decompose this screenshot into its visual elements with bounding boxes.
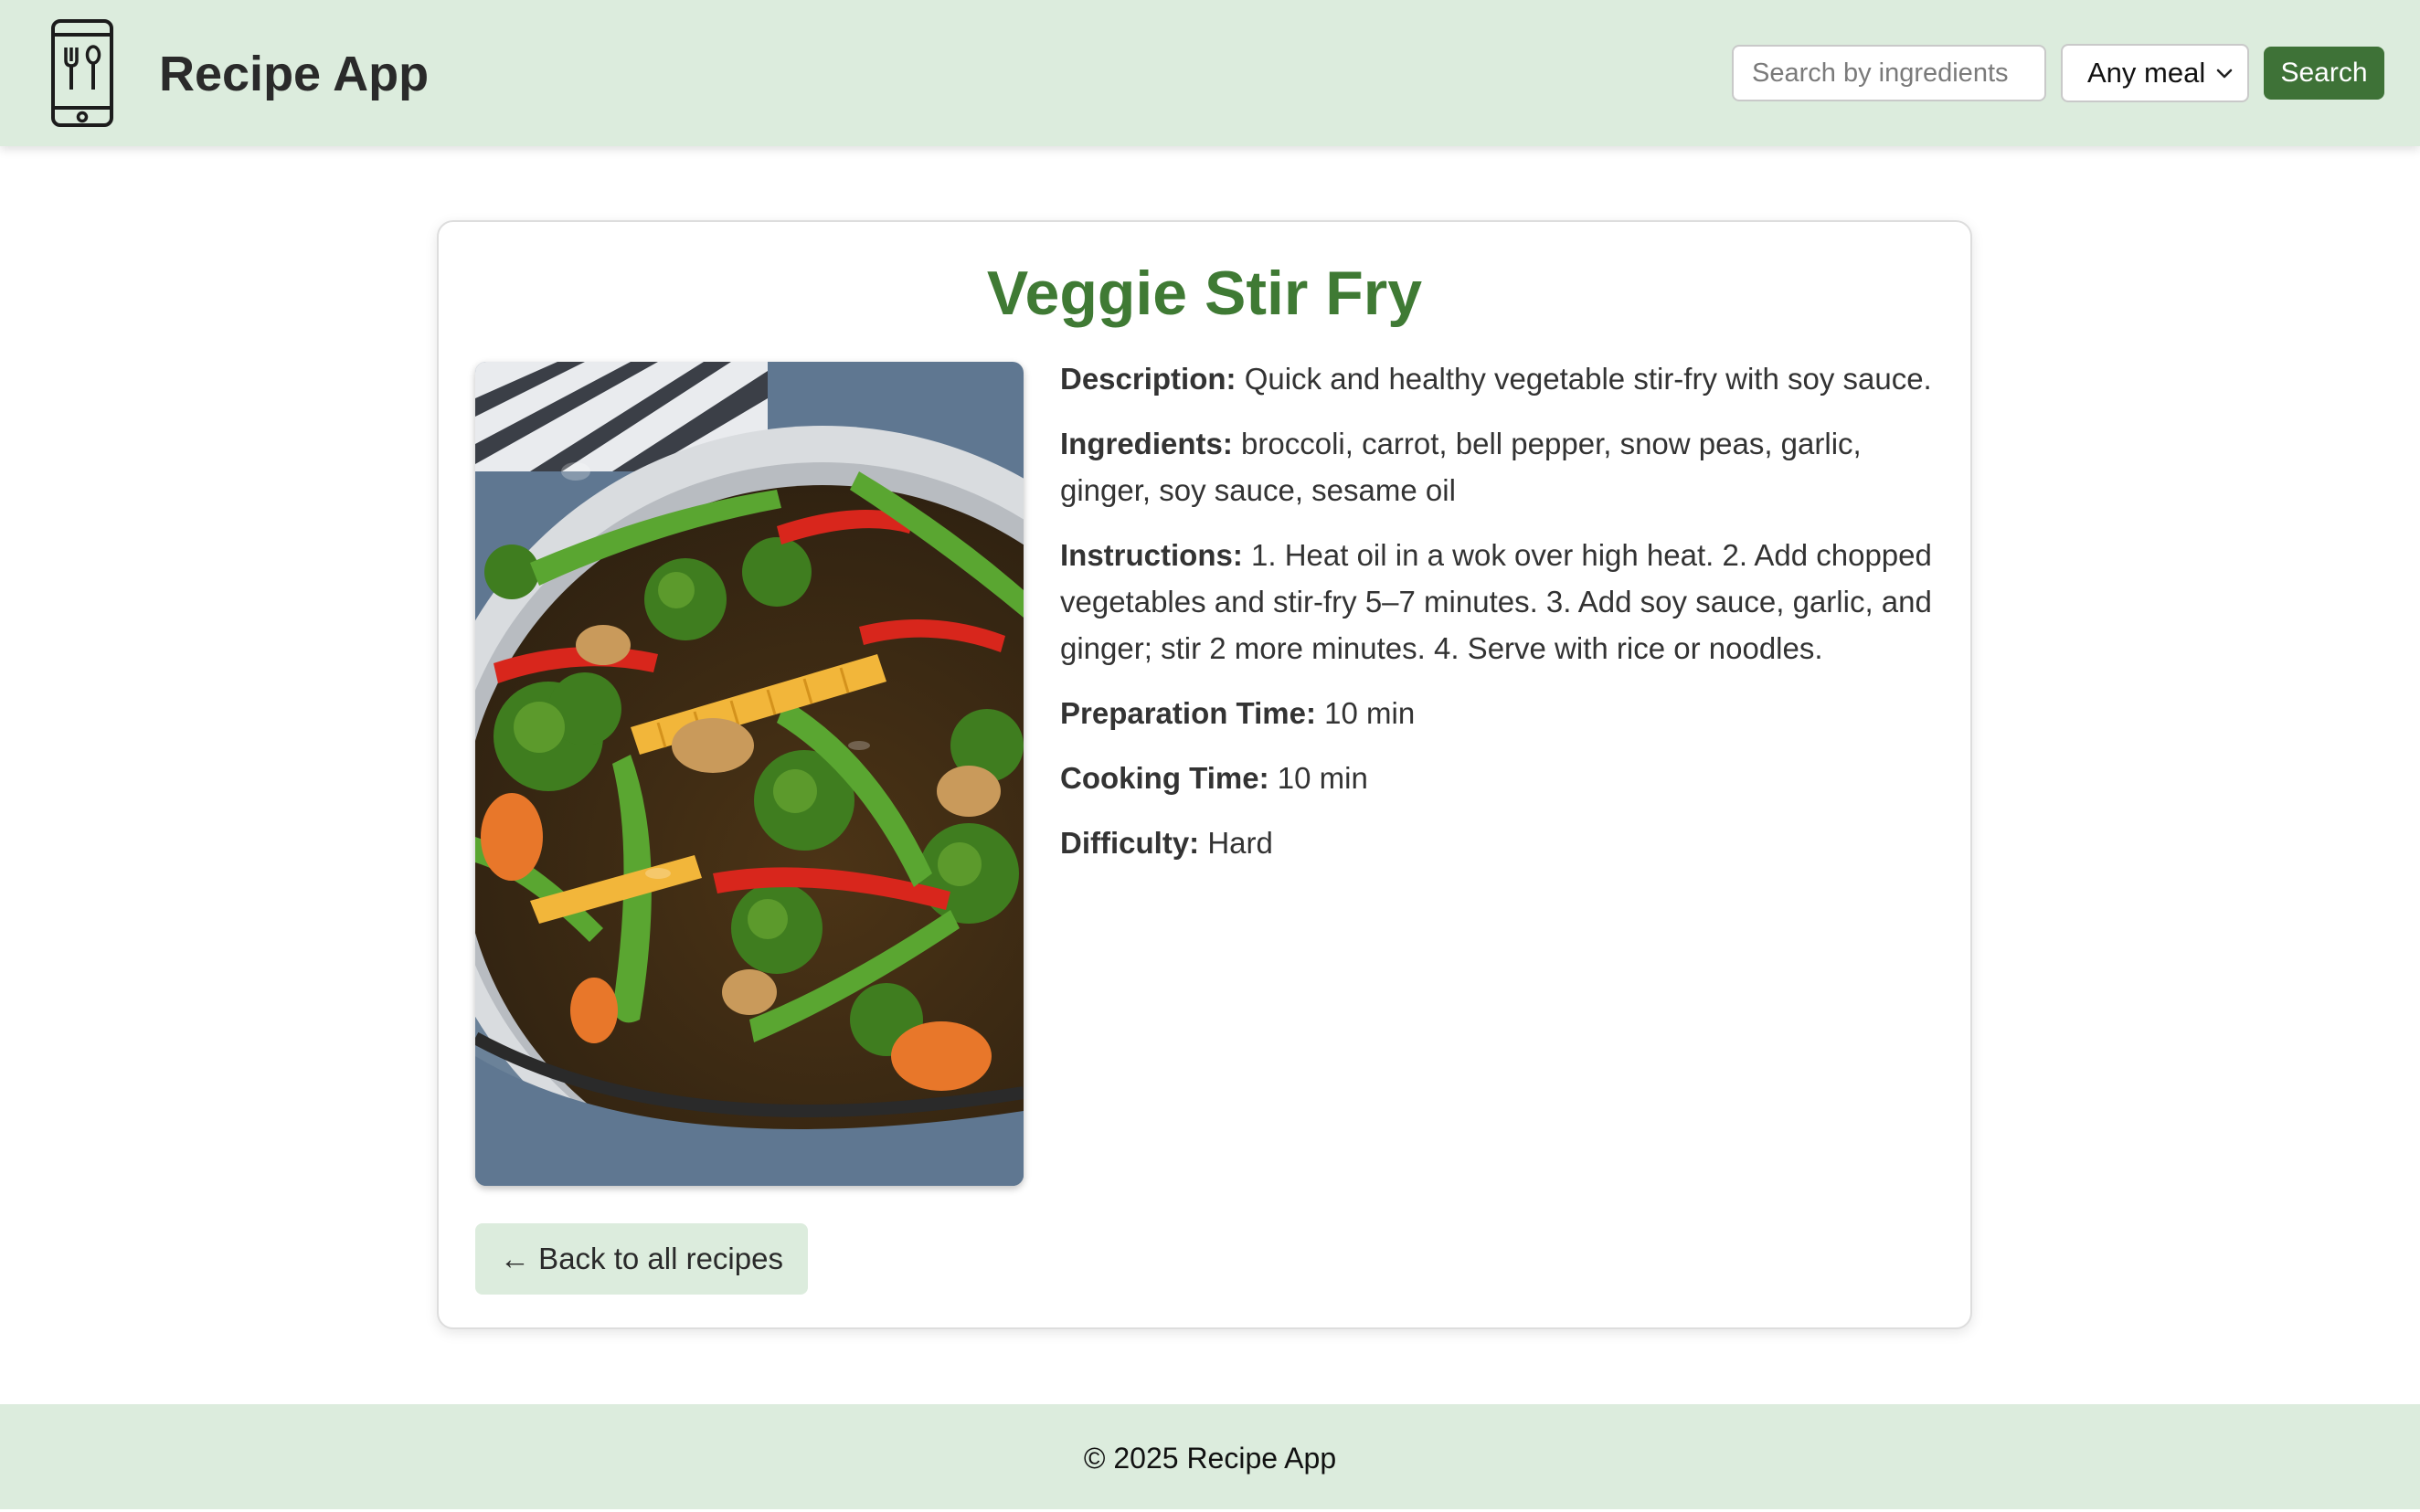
difficulty-row: Difficulty: Hard [1060,819,1937,866]
instructions-row: Instructions: 1. Heat oil in a wok over … [1060,532,1937,671]
recipe-photo [475,362,1024,1186]
prep-time-row: Preparation Time: 10 min [1060,690,1937,736]
cook-time-value: 10 min [1277,761,1368,795]
cook-time-row: Cooking Time: 10 min [1060,755,1937,801]
difficulty-label: Difficulty: [1060,826,1200,860]
chevron-down-icon [2216,69,2233,79]
phone-utensils-icon[interactable] [49,18,115,128]
footer-copyright: © 2025 Recipe App [1083,1442,1337,1475]
prep-time-label: Preparation Time: [1060,696,1316,730]
description-value: Quick and healthy vegetable stir-fry wit… [1244,362,1932,396]
back-to-all-recipes-button[interactable]: ← Back to all recipes [475,1223,808,1295]
ingredient-search-input[interactable] [1732,45,2046,101]
app-footer: © 2025 Recipe App [0,1404,2420,1509]
prep-time-value: 10 min [1324,696,1416,730]
description-row: Description: Quick and healthy vegetable… [1060,355,1937,402]
recipe-details: Description: Quick and healthy vegetable… [1060,355,1937,884]
search-button[interactable]: Search [2264,47,2384,100]
meal-type-selected-value: Any meal [2087,57,2206,89]
meal-type-select[interactable]: Any meal [2061,44,2249,102]
recipe-title: Veggie Stir Fry [986,259,1423,328]
ingredients-row: Ingredients: broccoli, carrot, bell pepp… [1060,420,1937,513]
cook-time-label: Cooking Time: [1060,761,1269,795]
app-title: Recipe App [159,47,430,101]
ingredients-label: Ingredients: [1060,427,1233,460]
app-header: Recipe App Any meal Search [0,0,2420,146]
instructions-label: Instructions: [1060,538,1243,572]
recipe-detail-card: Veggie Stir Fry Description: Quick and h… [437,220,1972,1329]
difficulty-value: Hard [1207,826,1273,860]
description-label: Description: [1060,362,1237,396]
